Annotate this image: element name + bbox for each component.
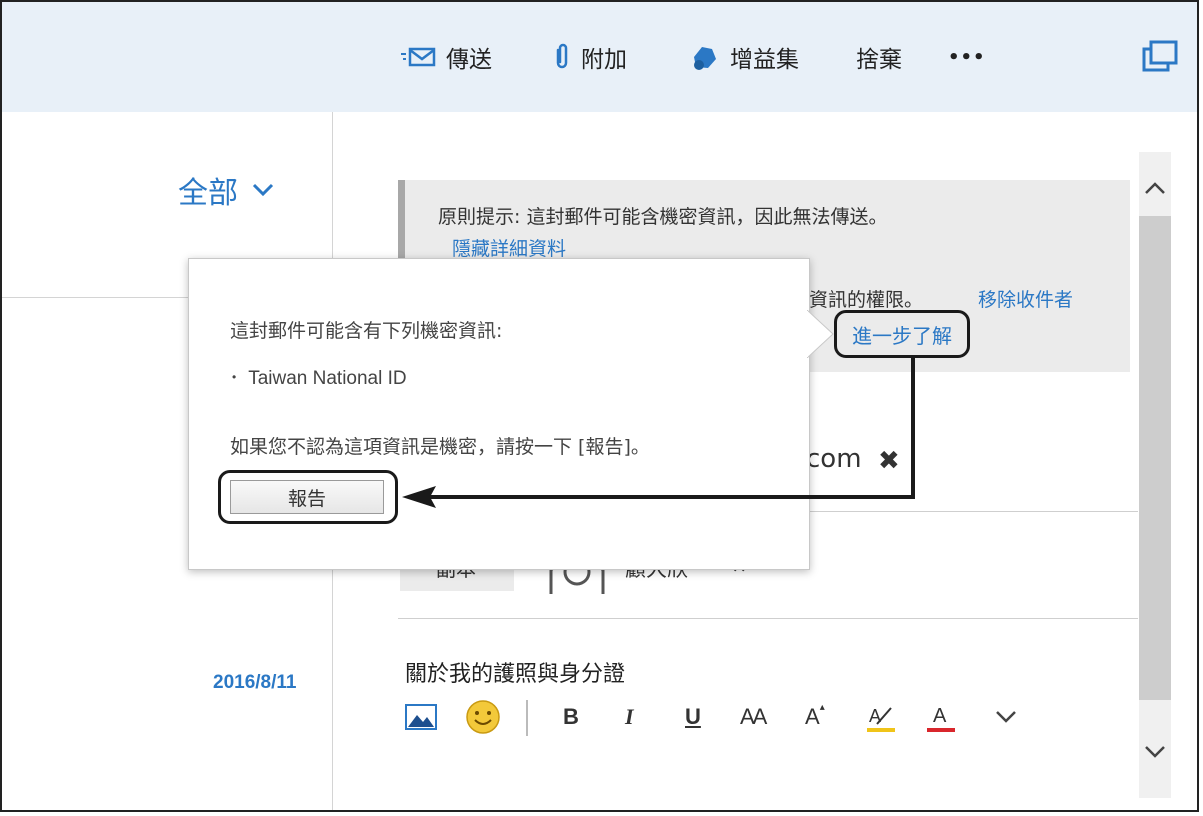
annotation-arrow [402, 358, 915, 508]
